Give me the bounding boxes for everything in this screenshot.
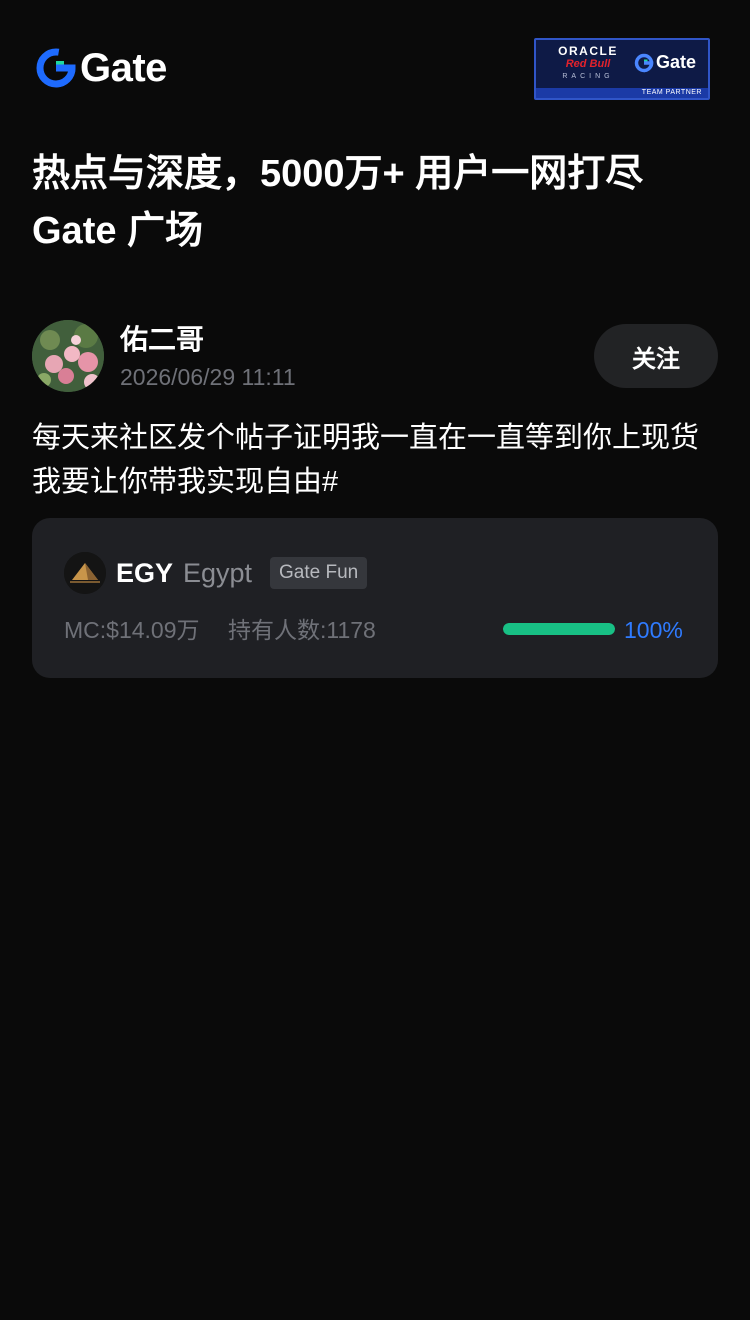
partner-gate-logo: Gate bbox=[634, 52, 696, 73]
bonding-progress-bar bbox=[503, 623, 615, 635]
oracle-redbull-logo: ORACLE Red Bull RACING bbox=[544, 44, 632, 90]
page: Gate ORACLE Red Bull RACING Gate TEAM PA… bbox=[0, 0, 750, 1320]
follow-button[interactable]: 关注 bbox=[594, 324, 718, 388]
gate-logo-text: Gate bbox=[80, 46, 167, 90]
partner-gate-icon bbox=[634, 53, 654, 72]
partner-gate-text: Gate bbox=[656, 52, 697, 72]
token-market-cap: MC:$14.09万 bbox=[64, 617, 200, 643]
gate-logo[interactable]: Gate bbox=[36, 48, 167, 88]
page-title-line2: Gate 广场 bbox=[32, 210, 204, 252]
avatar-image bbox=[32, 320, 104, 392]
oracle-text: ORACLE bbox=[558, 44, 618, 58]
header: Gate ORACLE Red Bull RACING Gate TEAM PA… bbox=[0, 0, 750, 120]
token-card[interactable]: EGY Egypt Gate Fun MC:$14.09万 持有人数:1178 … bbox=[32, 518, 718, 678]
partner-strip: TEAM PARTNER bbox=[536, 88, 708, 98]
team-partner-badge[interactable]: ORACLE Red Bull RACING Gate TEAM PARTNER bbox=[534, 38, 710, 100]
bonding-progress-label: 100% bbox=[624, 617, 683, 643]
post-timestamp: 2026/06/29 11:11 bbox=[120, 364, 296, 390]
token-pyramid-icon bbox=[64, 552, 106, 594]
token-symbol: EGY bbox=[116, 558, 174, 588]
avatar[interactable] bbox=[32, 320, 104, 392]
team-partner-text: TEAM PARTNER bbox=[641, 89, 702, 96]
gate-logo-icon bbox=[36, 48, 76, 88]
page-title-line1: 热点与深度，5000万+ 用户一网打尽 bbox=[32, 153, 644, 195]
racing-text: RACING bbox=[562, 73, 614, 80]
bonding-progress-fill bbox=[503, 623, 615, 635]
token-holders: 持有人数:1178 bbox=[228, 617, 376, 643]
token-name: Egypt bbox=[183, 558, 253, 588]
author-name[interactable]: 佑二哥 bbox=[120, 322, 204, 358]
page-title: 热点与深度，5000万+ 用户一网打尽 Gate 广场 bbox=[32, 146, 722, 260]
post-content: 每天来社区发个帖子证明我一直在一直等到你上现货我要让你带我实现自由# bbox=[32, 422, 700, 498]
token-tag: Gate Fun bbox=[270, 557, 368, 589]
redbull-text: Red Bull bbox=[565, 58, 611, 70]
